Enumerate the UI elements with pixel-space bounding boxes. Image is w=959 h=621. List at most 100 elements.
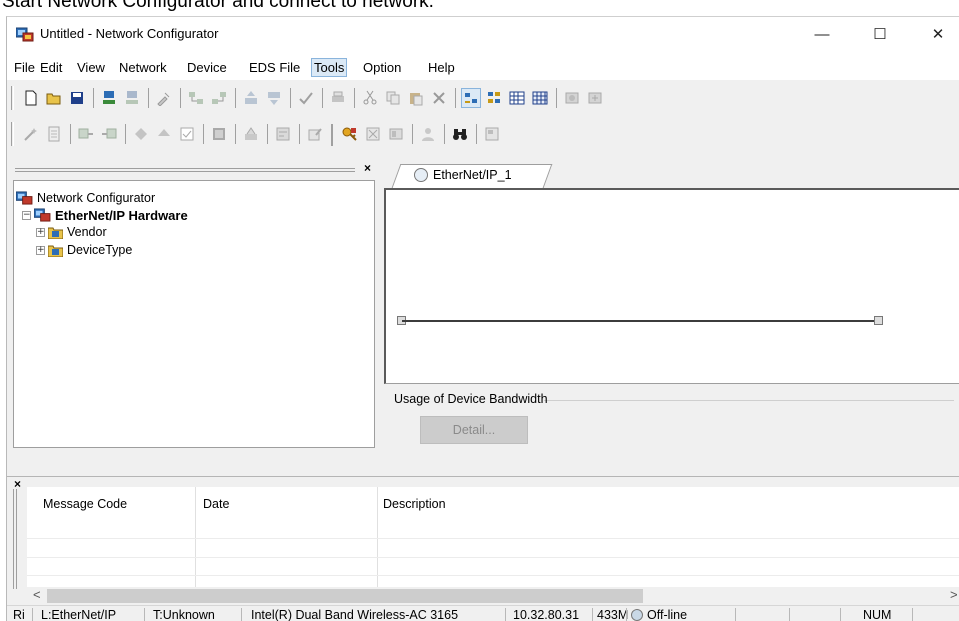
save-icon[interactable] [67,88,87,108]
monitor-icon[interactable] [209,124,229,144]
title-bar[interactable]: Untitled - Network Configurator — ☐ ✕ [7,17,959,55]
binoculars-icon[interactable] [450,124,470,144]
register-icon[interactable] [273,124,293,144]
maximize-button[interactable]: ☐ [857,17,903,53]
wizard-icon[interactable] [21,124,41,144]
copy-icon[interactable] [383,88,403,108]
connect-icon[interactable] [99,88,119,108]
tab-label: EtherNet/IP_1 [433,168,512,182]
hardware-tree[interactable]: Network Configurator − EtherNet/IP Hardw… [13,180,375,448]
open-icon[interactable] [44,88,64,108]
toolbar-grip[interactable] [11,86,14,110]
network-line[interactable] [402,320,878,322]
application-window: Untitled - Network Configurator — ☐ ✕ Fi… [6,16,959,621]
device-bandwidth-group: Usage of Device Bandwidth Detail... [384,392,959,448]
tree-item-ethernet-ip-hardware[interactable]: − EtherNet/IP Hardware [22,206,188,224]
status-connection-label: Off-line [647,608,688,621]
status-ip-address: 10.32.80.31 [513,608,580,621]
person-icon[interactable] [418,124,438,144]
view2-icon[interactable] [484,88,504,108]
bandwidth-label: Usage of Device Bandwidth [394,392,548,406]
tree-item-network-configurator[interactable]: Network Configurator [16,189,155,207]
menu-tools[interactable]: Tools [311,58,348,77]
toolbar-grip-2[interactable] [11,122,14,146]
network-document-area: EtherNet/IP_1 Usage of Device Bandwidth … [382,162,959,448]
device-icon[interactable] [562,88,582,108]
column-header-description[interactable]: Description [383,497,446,511]
scroll-right-icon[interactable]: > [950,587,958,602]
download-icon[interactable] [264,88,284,108]
paste-icon[interactable] [406,88,426,108]
scroll-thumb[interactable] [47,589,643,603]
view-icon[interactable] [461,88,481,108]
column-divider[interactable] [377,487,378,587]
tree-item-vendor[interactable]: + Vendor [36,223,107,241]
menu-network[interactable]: Network [117,60,169,75]
detail-button[interactable]: Detail... [420,416,528,444]
grid2-icon[interactable] [530,88,550,108]
arrow2-icon[interactable] [154,124,174,144]
collapse-icon[interactable]: − [22,210,31,220]
key-icon[interactable] [340,124,360,144]
menu-edit[interactable]: Edit [38,60,64,75]
tree-item-label: Network Configurator [37,191,156,205]
tree-item-label: Vendor [67,225,107,239]
message-pane-grip[interactable] [13,489,17,589]
network-configurator-icon [16,191,33,205]
menu-option[interactable]: Option [361,60,403,75]
error-icon[interactable] [363,124,383,144]
menu-device[interactable]: Device [185,60,229,75]
disconnect-icon[interactable] [122,88,142,108]
pane-grip[interactable] [15,168,355,172]
grid-icon[interactable] [507,88,527,108]
edit-icon[interactable] [305,124,325,144]
network2-icon[interactable] [209,88,229,108]
expand-icon[interactable]: + [36,227,45,237]
hardware-pane-header[interactable]: × [11,161,375,178]
param-icon[interactable] [76,124,96,144]
device2-icon[interactable] [585,88,605,108]
network-configurator-icon [16,27,34,42]
upload-icon[interactable] [241,88,261,108]
param2-icon[interactable] [99,124,119,144]
parameter-icon[interactable] [241,124,261,144]
doc-icon[interactable] [44,124,64,144]
status-num-lock: NUM [863,608,892,621]
properties-icon[interactable] [482,124,502,144]
column-divider[interactable] [195,487,196,587]
checkbox-icon[interactable] [177,124,197,144]
offline-status-icon [631,609,643,621]
network-line-end-handle[interactable] [874,316,883,325]
table-row [27,557,959,558]
table-row [27,538,959,539]
menu-file[interactable]: File [12,60,37,75]
io-icon[interactable] [386,124,406,144]
new-icon[interactable] [21,88,41,108]
pane-close-button[interactable]: × [364,161,371,175]
tool-icon[interactable] [154,88,174,108]
horizontal-scrollbar[interactable]: < > [27,587,959,605]
cut-icon[interactable] [360,88,380,108]
tab-ethernet-ip-1[interactable]: EtherNet/IP_1 [414,168,512,182]
network-icon[interactable] [186,88,206,108]
arrow-icon[interactable] [131,124,151,144]
status-adapter: Intel(R) Dual Band Wireless-AC 3165 [251,608,459,621]
delete-icon[interactable] [429,88,449,108]
column-header-message-code[interactable]: Message Code [43,497,127,511]
check-icon[interactable] [296,88,316,108]
menu-help[interactable]: Help [426,60,457,75]
close-button[interactable]: ✕ [915,17,959,53]
minimize-button[interactable]: — [799,17,845,53]
expand-icon[interactable]: + [36,245,45,255]
tree-item-devicetype[interactable]: + DeviceType [36,241,132,259]
main-toolbar [7,80,959,116]
scroll-left-icon[interactable]: < [33,587,41,602]
menu-view[interactable]: View [75,60,107,75]
pane-splitter[interactable] [7,448,959,477]
message-table[interactable]: Message Code Date Description [27,487,959,587]
menu-eds-file[interactable]: EDS File [247,60,302,75]
print-icon[interactable] [328,88,348,108]
status-network-type: L:EtherNet/IP [41,608,117,621]
column-header-date[interactable]: Date [203,497,229,511]
network-canvas[interactable] [384,188,959,384]
